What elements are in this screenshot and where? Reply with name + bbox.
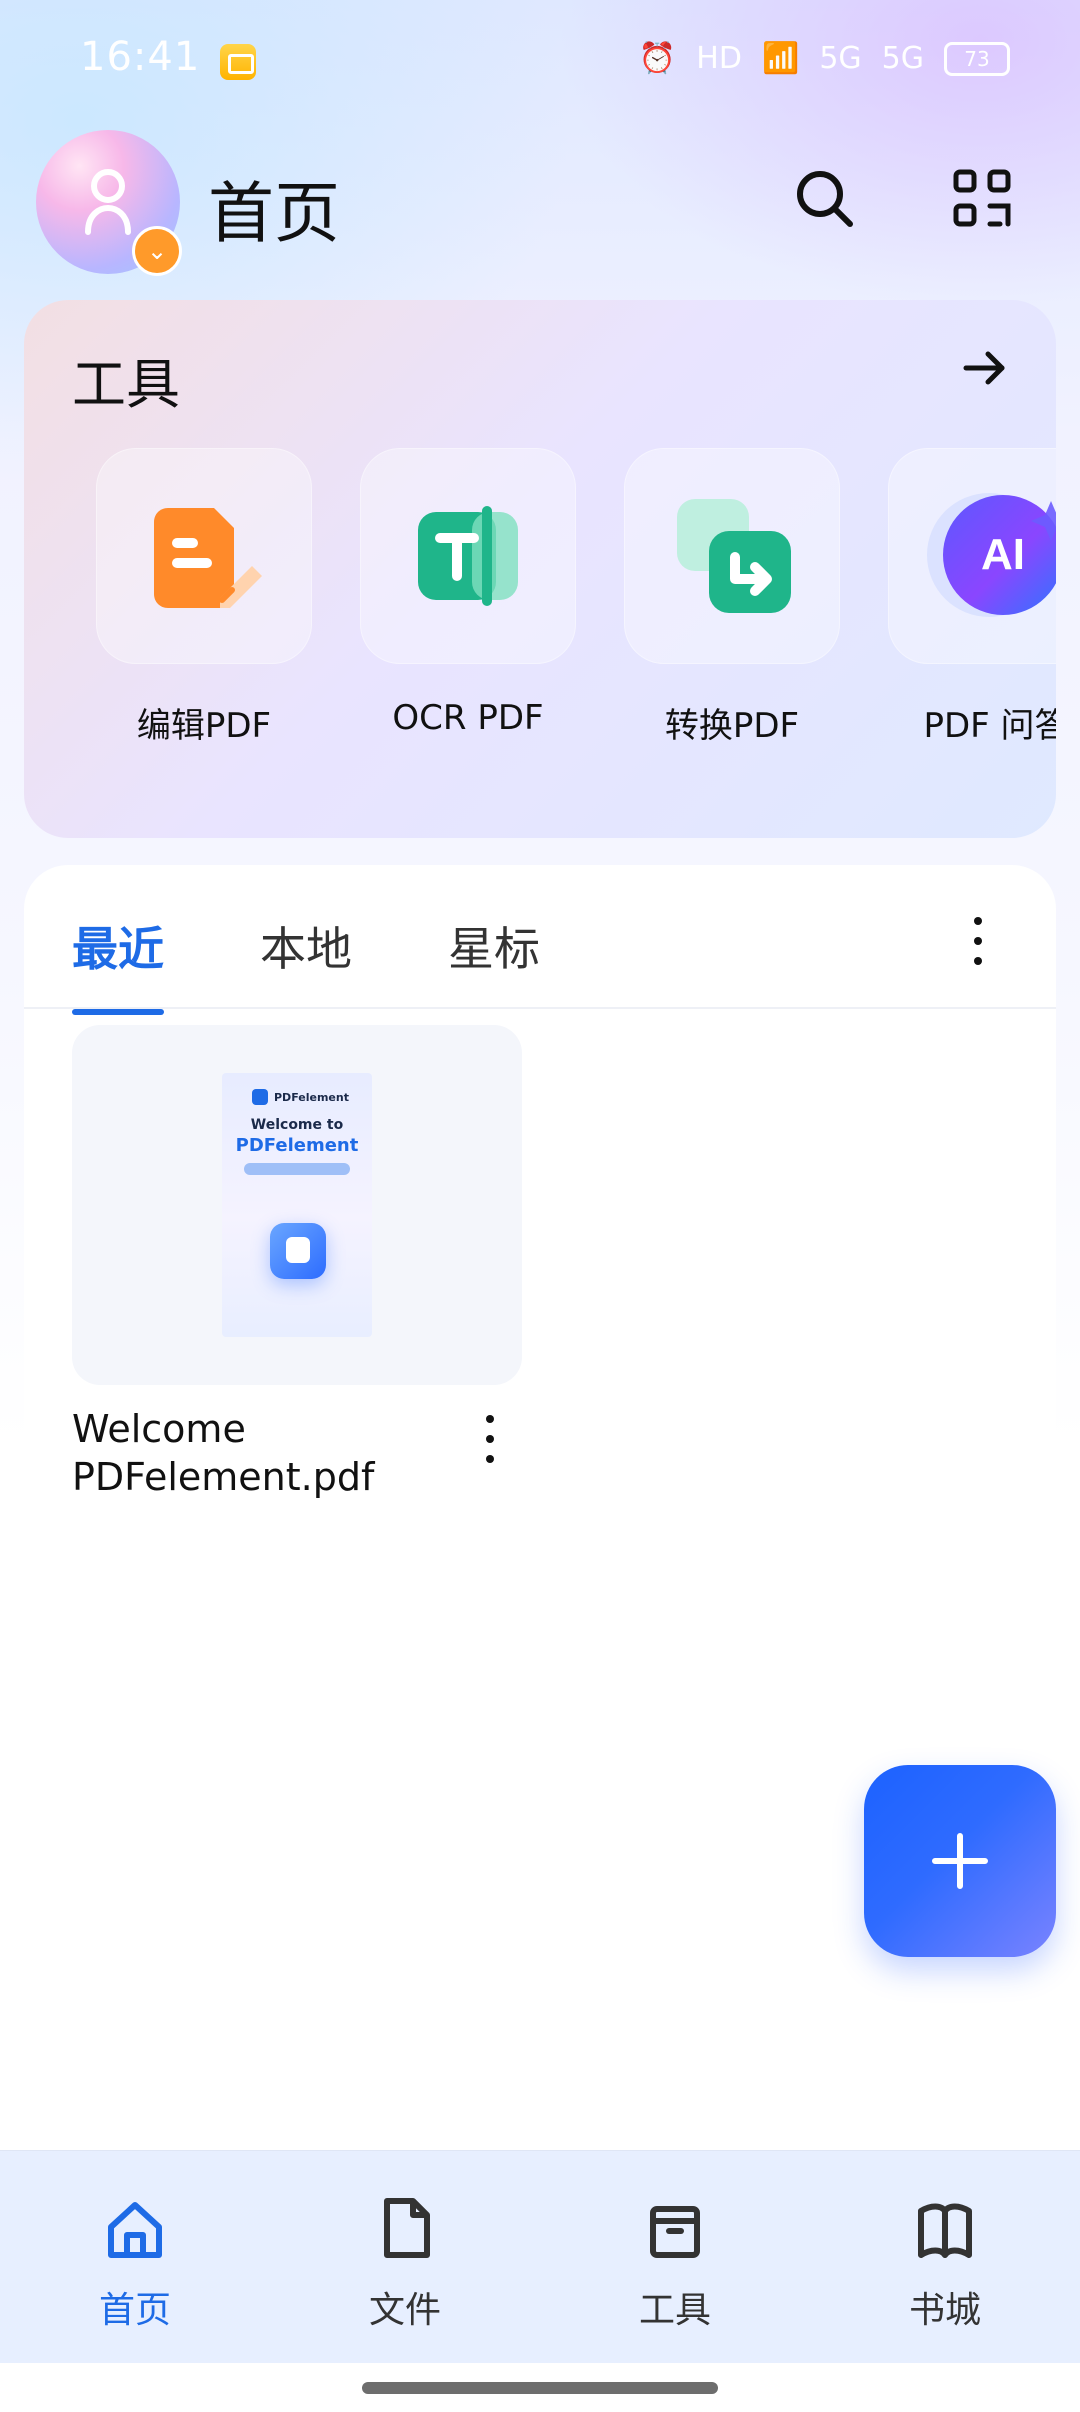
file-more-icon[interactable] <box>474 1409 506 1469</box>
tools-row: 编辑PDF OCR PDF 转换PDF AI PDF 问答 <box>96 448 1056 747</box>
wifi-icon: 📶 <box>761 41 800 76</box>
mail-icon <box>220 44 256 80</box>
tabs: 最近 本地 星标 <box>72 913 540 1015</box>
nav-tools[interactable]: 工具 <box>540 2151 810 2363</box>
scan-qr-icon[interactable] <box>950 166 1014 230</box>
nav-home[interactable]: 首页 <box>0 2151 270 2363</box>
page-title: 首页 <box>208 175 340 252</box>
user-icon <box>85 169 131 235</box>
nav-label: 书城 <box>908 2290 981 2331</box>
convert-icon <box>677 499 791 613</box>
add-button[interactable] <box>864 1765 1056 1957</box>
file-name: Welcome PDFelement.pdf <box>72 1407 375 1499</box>
home-icon <box>108 2202 162 2258</box>
thumb-line1: Welcome to <box>250 1117 344 1133</box>
battery-level: 73 <box>964 47 990 71</box>
home-indicator <box>362 2382 718 2394</box>
tool-label: OCR PDF <box>392 698 544 738</box>
vip-crown-icon: ⌄ <box>132 226 182 276</box>
book-icon <box>918 2203 972 2258</box>
tool-tile <box>624 448 840 664</box>
edit-pdf-icon <box>154 508 262 608</box>
more-vertical-icon[interactable] <box>960 911 996 971</box>
bottom-navigation: 首页 文件 工具 书城 <box>0 2150 1080 2363</box>
tool-pdf-qa[interactable]: AI PDF 问答 <box>888 448 1056 747</box>
tool-tile <box>360 448 576 664</box>
tab-local[interactable]: 本地 <box>260 913 352 999</box>
tab-recent[interactable]: 最近 <box>72 913 164 1015</box>
thumb-subtitle-pill <box>244 1163 350 1175</box>
tool-edit-pdf[interactable]: 编辑PDF <box>96 448 312 747</box>
status-time: 16:41 <box>80 34 201 80</box>
hd-icon: HD <box>696 41 742 76</box>
file-thumbnail-tile[interactable]: PDFelement Welcome to PDFelement <box>72 1025 522 1385</box>
search-icon[interactable] <box>792 166 856 230</box>
header: ⌄ 首页 <box>0 130 1080 280</box>
tool-ocr-pdf[interactable]: OCR PDF <box>360 448 576 747</box>
ocr-icon <box>418 506 518 606</box>
arrow-right-icon[interactable] <box>956 340 1012 396</box>
tool-convert-pdf[interactable]: 转换PDF <box>624 448 840 747</box>
tool-tile <box>96 448 312 664</box>
tabs-divider <box>24 1007 1056 1009</box>
file-thumbnail: PDFelement Welcome to PDFelement <box>222 1073 372 1337</box>
tools-title: 工具 <box>72 353 180 416</box>
thumb-brand: PDFelement <box>274 1090 349 1104</box>
alarm-icon: ⏰ <box>638 41 677 76</box>
header-actions <box>792 166 1014 230</box>
tools-card: 工具 编辑PDF OCR PDF 转换PDF AI PDF 问答 <box>24 300 1056 838</box>
status-bar: 16:41 ⏰ HD 📶 5G 5G 73 <box>0 0 1080 120</box>
status-icons: ⏰ HD 📶 5G 5G 73 <box>639 42 1010 76</box>
plus-icon <box>932 1833 988 1889</box>
tool-label: 编辑PDF <box>136 706 272 746</box>
battery-icon: 73 <box>944 42 1010 76</box>
avatar[interactable]: ⌄ <box>36 130 182 276</box>
tab-starred[interactable]: 星标 <box>448 913 540 999</box>
file-icon <box>384 2198 430 2258</box>
signal-5g-icon: 5G <box>819 41 862 76</box>
signal-5g-icon: 5G <box>881 41 924 76</box>
pdfelement-app-icon <box>270 1223 326 1279</box>
tool-label: PDF 问答 <box>923 706 1056 746</box>
nav-label: 文件 <box>368 2290 441 2331</box>
tool-label: 转换PDF <box>664 706 800 746</box>
nav-bookstore[interactable]: 书城 <box>810 2151 1080 2363</box>
nav-label: 工具 <box>638 2290 711 2331</box>
svg-text:AI: AI <box>981 530 1025 579</box>
ai-chat-icon: AI <box>927 493 1056 617</box>
thumb-logo-row: PDFelement <box>252 1089 349 1105</box>
file-card[interactable]: PDFelement Welcome to PDFelement Welcome… <box>72 1025 522 1501</box>
thumb-line2: PDFelement <box>235 1135 359 1156</box>
tools-icon <box>650 2206 700 2258</box>
pdfelement-logo-icon <box>252 1089 268 1105</box>
nav-label: 首页 <box>98 2290 171 2331</box>
nav-files[interactable]: 文件 <box>270 2151 540 2363</box>
tool-tile: AI <box>888 448 1056 664</box>
